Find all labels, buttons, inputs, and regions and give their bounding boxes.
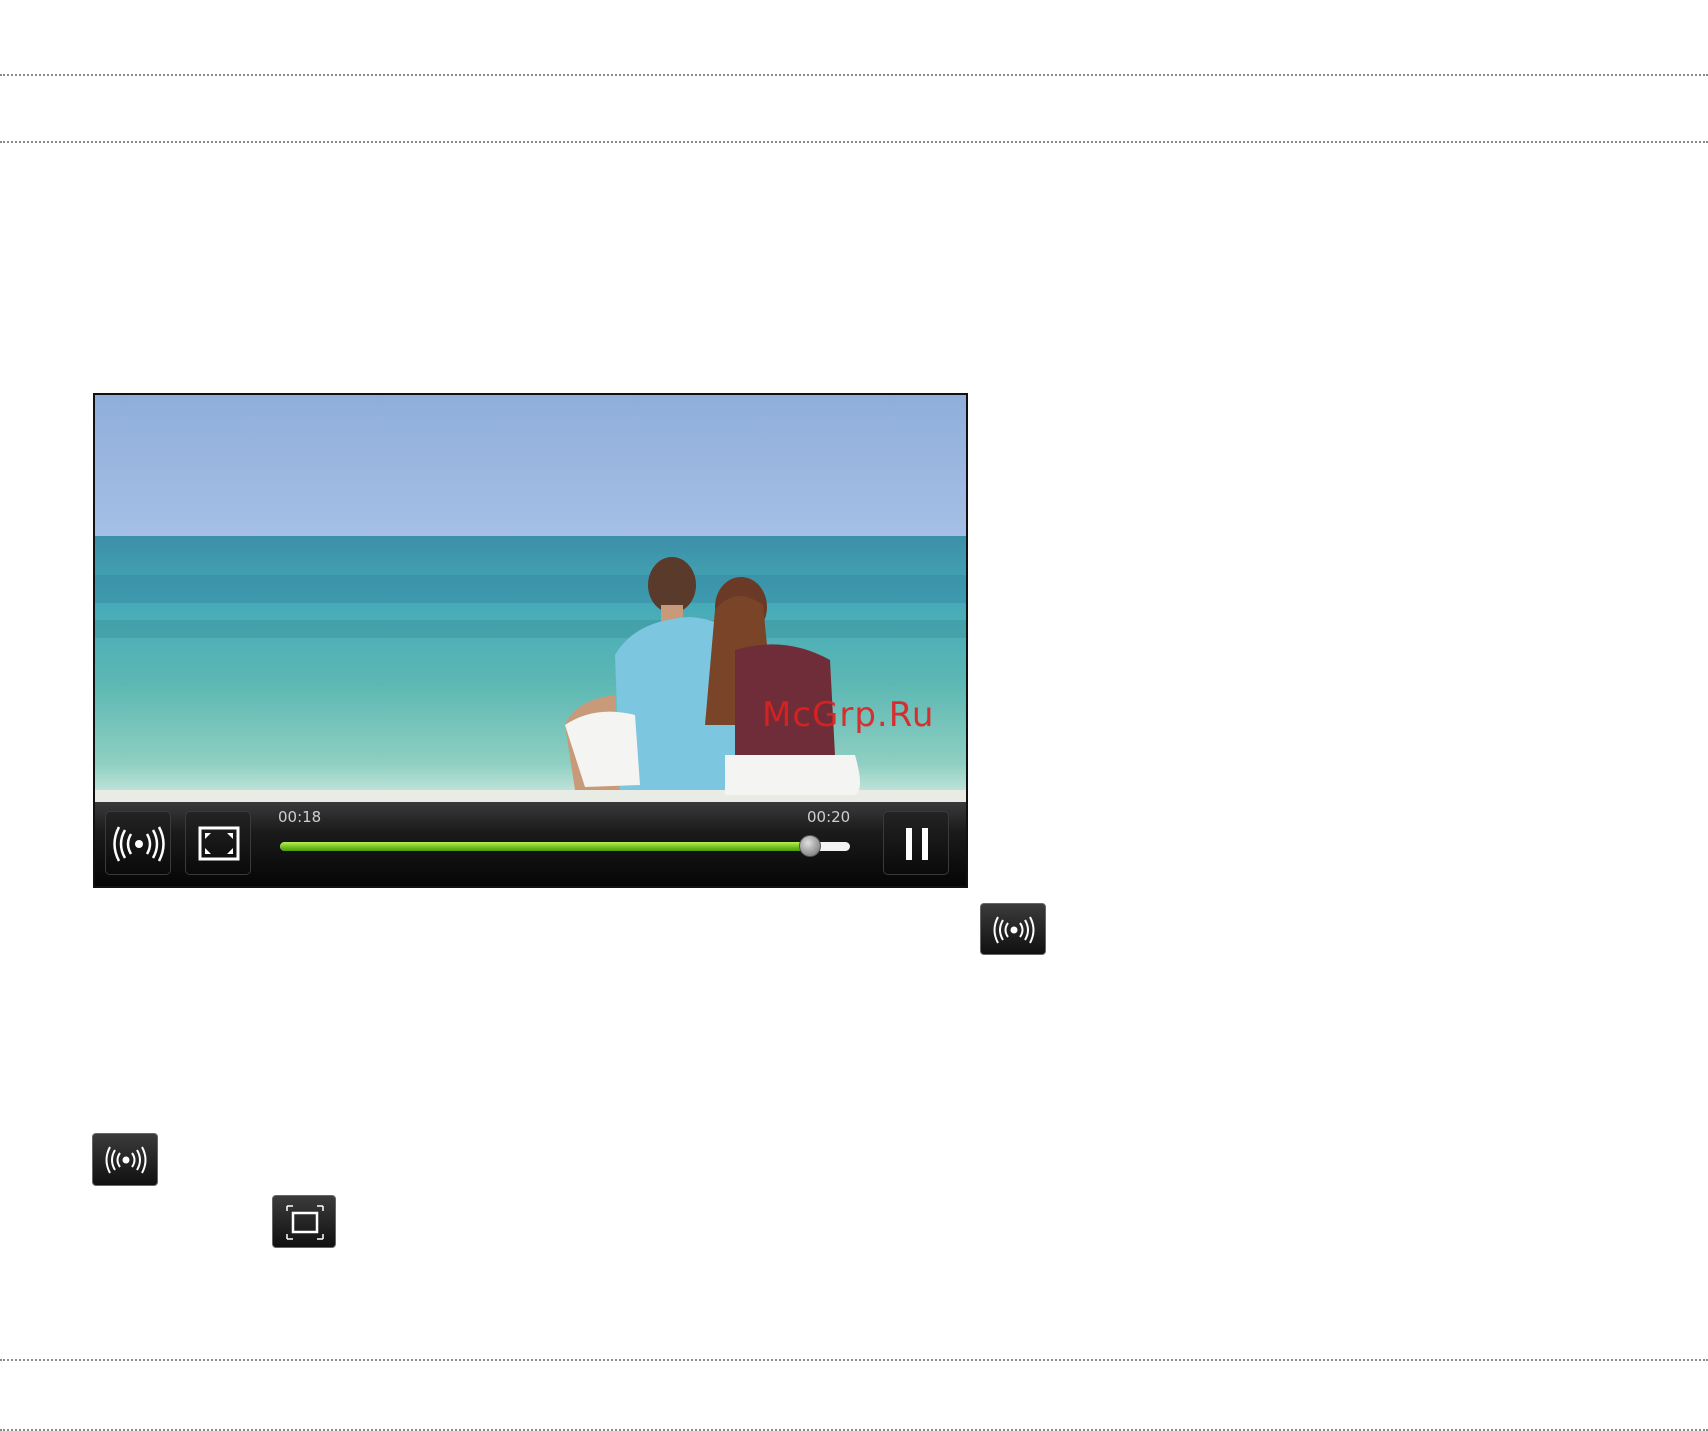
- footer-divider: [0, 1359, 1708, 1361]
- video-player: McGrp.Ru 00:18 00:20: [93, 393, 968, 888]
- current-time: 00:18: [278, 808, 322, 826]
- seek-bar[interactable]: [280, 835, 850, 857]
- broadcast-icon: [993, 916, 1035, 944]
- broadcast-button[interactable]: [105, 811, 171, 875]
- seek-handle[interactable]: [799, 835, 822, 857]
- screen-mode-button[interactable]: [272, 1195, 336, 1248]
- pause-button[interactable]: [883, 811, 949, 875]
- screen-mode-icon: [286, 1205, 324, 1240]
- broadcast-button[interactable]: [980, 903, 1046, 955]
- total-time: 00:20: [807, 808, 851, 826]
- fullscreen-button[interactable]: [185, 811, 251, 875]
- pause-icon: [906, 828, 928, 860]
- broadcast-button[interactable]: [92, 1133, 158, 1186]
- video-frame: [95, 395, 966, 804]
- top-divider: [0, 74, 1708, 76]
- progress-fill: [280, 842, 811, 851]
- playback-controls-bar: 00:18 00:20: [95, 802, 966, 886]
- fullscreen-icon: [198, 826, 240, 861]
- watermark-text: McGrp.Ru: [762, 695, 935, 735]
- header-divider: [0, 141, 1708, 143]
- broadcast-icon: [105, 1146, 147, 1174]
- broadcast-icon: [113, 826, 165, 862]
